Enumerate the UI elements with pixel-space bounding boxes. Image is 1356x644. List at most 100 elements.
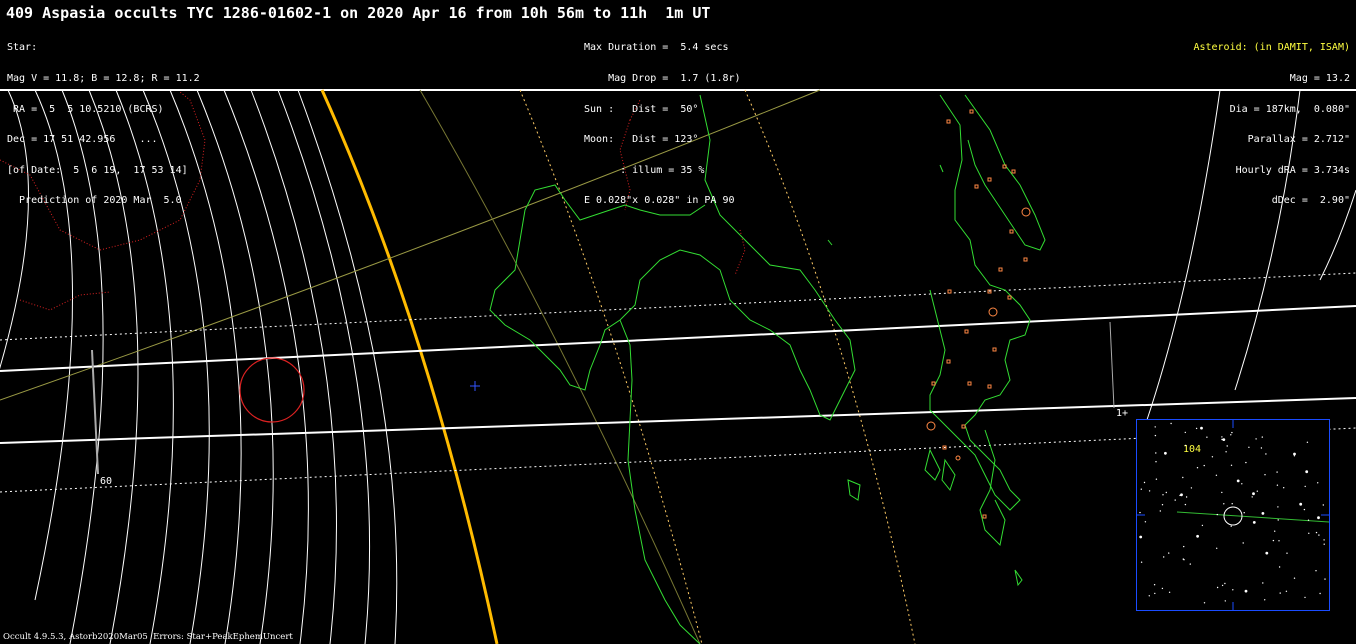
inset-star [1223, 503, 1225, 505]
inset-star [1285, 590, 1288, 592]
inset-star [1293, 577, 1296, 579]
inset-star [1322, 504, 1324, 506]
prediction-date: Prediction of 2020 Mar 5.0 [7, 195, 182, 207]
inset-star [1221, 436, 1223, 438]
inset-star [1236, 479, 1240, 483]
inset-star [1252, 521, 1256, 524]
inset-star [1206, 436, 1208, 438]
inset-star [1272, 539, 1275, 542]
asteroid-mag: Mag = 13.2 [1289, 73, 1350, 84]
star-dec: Dec = 17 51 42.956 ... [7, 134, 158, 146]
coastlines [489, 94, 1046, 644]
inset-star [1182, 476, 1184, 479]
inset-star [1182, 558, 1184, 560]
inset-star [1243, 512, 1245, 514]
inset-star [1293, 455, 1296, 457]
moon-distance: Moon: Dist = 123° [584, 134, 699, 146]
inset-star [1180, 493, 1183, 497]
scale-label: 60 [100, 476, 113, 487]
sun-distance: Sun : Dist = 50° [584, 103, 699, 115]
inset-star [1323, 539, 1325, 541]
inset-star [1315, 531, 1318, 534]
center-cross-icon [470, 381, 480, 391]
inset-star [1265, 453, 1267, 455]
inset-star [1251, 496, 1253, 498]
inset-star [1324, 578, 1326, 580]
time-tick-label: 1+ [1116, 408, 1129, 419]
inset-star [1224, 600, 1226, 602]
inset-star [1224, 582, 1226, 585]
inset-star [1286, 552, 1288, 554]
inset-star [1165, 491, 1167, 494]
inset-star [1221, 438, 1223, 441]
inset-star [1211, 456, 1214, 458]
inset-star [1170, 422, 1172, 425]
star-ra: RA = 5 5 10.5210 (BCRS) [7, 103, 164, 115]
star-info: Star: Mag V = 11.8; B = 12.8; R = 11.2 R… [7, 23, 200, 227]
asteroid-diameter: Dia = 187km, 0.080" [1229, 103, 1350, 115]
inset-star [1262, 582, 1264, 584]
asteroid-info: Asteroid: (in DAMIT, ISAM) Mag = 13.2 Di… [1193, 23, 1350, 227]
inset-star [1221, 491, 1223, 494]
inset-star [1196, 534, 1199, 538]
dotted-meridian-2 [744, 89, 916, 644]
inset-star [1274, 530, 1276, 532]
inset-star [1216, 586, 1219, 589]
ddec: dDec = 2.90" [1271, 195, 1350, 207]
inset-star [1162, 494, 1164, 496]
inset-star [1185, 496, 1188, 498]
max-duration: Max Duration = 5.4 secs [584, 42, 729, 54]
inset-star [1278, 540, 1280, 542]
inset-star [1279, 592, 1281, 594]
inset-star [1241, 483, 1243, 485]
inset-star [1304, 485, 1306, 488]
inset-star [1277, 506, 1279, 508]
inset-star [1203, 602, 1206, 604]
time-tick-line [1109, 321, 1115, 409]
software-footer: Occult 4.9.5.3, Astorb2020Mar05 Errors: … [3, 632, 293, 642]
inset-star [1153, 584, 1156, 586]
inset-star [1143, 481, 1146, 484]
sun-terminator-line [320, 89, 499, 644]
inset-star [1230, 525, 1232, 527]
star-mag: Mag V = 11.8; B = 12.8; R = 11.2 [7, 73, 200, 84]
inset-star [1201, 524, 1204, 527]
asteroid-heading: Asteroid: (in DAMIT, ISAM) [1193, 42, 1350, 54]
inset-star [1261, 436, 1263, 438]
inset-star [1252, 492, 1255, 496]
inset-star [1168, 552, 1170, 554]
inset-star [1265, 551, 1269, 555]
inset-star [1200, 426, 1203, 430]
inset-path-line [1176, 511, 1330, 523]
path-north-uncertainty [0, 272, 1356, 341]
star-chart: 104 [1137, 420, 1330, 610]
inset-star [1164, 451, 1167, 455]
inset-star [1148, 490, 1151, 492]
inset-star [1283, 487, 1285, 489]
inset-star [1317, 482, 1319, 484]
inset-star [1305, 470, 1309, 474]
inset-star [1140, 488, 1142, 490]
inset-star [1139, 511, 1141, 514]
inset-star [1216, 513, 1218, 516]
inset-star [1189, 563, 1191, 565]
inset-star [1225, 451, 1227, 453]
inset-star [1276, 471, 1278, 473]
inset-star [1277, 519, 1279, 521]
error-ellipse: E 0.028"x 0.028" in PA 90 [584, 195, 735, 207]
inset-star [1232, 589, 1234, 591]
inset-star [1174, 499, 1176, 501]
inset-star [1248, 446, 1250, 448]
inset-star [1184, 444, 1187, 447]
inset-star [1260, 447, 1263, 449]
inset-star [1203, 464, 1205, 467]
inset-star [1315, 570, 1317, 572]
star-heading: Star: [7, 42, 38, 54]
inset-star [1161, 504, 1164, 506]
inset-star [1319, 592, 1321, 595]
event-info: Max Duration = 5.4 secs Mag Drop = 1.7 (… [584, 23, 741, 227]
inset-star [1226, 445, 1228, 447]
mag-drop: Mag Drop = 1.7 (1.8r) [584, 73, 741, 84]
inset-star [1196, 467, 1199, 469]
inset-star [1161, 587, 1164, 590]
